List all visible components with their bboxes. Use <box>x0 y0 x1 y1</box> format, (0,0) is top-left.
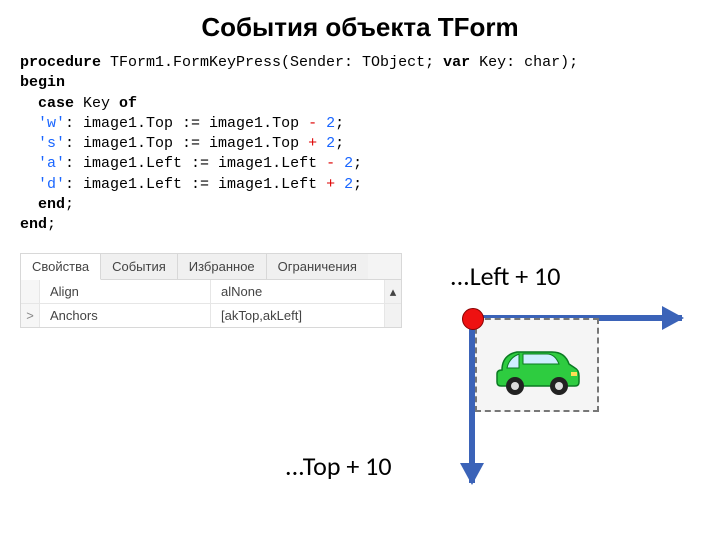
lit-a: 'a' <box>38 155 65 172</box>
semi: ; <box>47 216 56 233</box>
tab-events[interactable]: События <box>101 254 178 279</box>
sp <box>335 176 344 193</box>
object-inspector: Свойства События Избранное Ограничения A… <box>20 253 402 328</box>
grid-row[interactable]: > Anchors [akTop,akLeft] <box>21 303 401 327</box>
expand-gutter[interactable] <box>21 280 40 303</box>
kw-case: case <box>38 95 74 112</box>
prop-name: Anchors <box>40 304 211 327</box>
prop-name: Align <box>40 280 211 303</box>
kw-begin: begin <box>20 74 65 91</box>
kw-end: end <box>38 196 65 213</box>
num-2: 2 <box>344 176 353 193</box>
inspector-tabs: Свойства События Избранное Ограничения <box>21 254 401 280</box>
semi: ; <box>335 115 344 132</box>
case-mid: Key <box>74 95 119 112</box>
op-plus: + <box>326 176 335 193</box>
lit-d: 'd' <box>38 176 65 193</box>
code-block: procedure TForm1.FormKeyPress(Sender: TO… <box>20 53 700 235</box>
tab-properties[interactable]: Свойства <box>21 254 101 280</box>
semi: ; <box>335 135 344 152</box>
op-minus: - <box>308 115 317 132</box>
grid-row[interactable]: Align alNone ▴ <box>21 280 401 303</box>
kw-var: var <box>443 54 470 71</box>
origin-dot-icon <box>462 308 484 330</box>
property-grid: Align alNone ▴ > Anchors [akTop,akLeft] <box>21 280 401 327</box>
label-top-offset: ...Top + 10 <box>285 450 392 482</box>
image-bounding-box <box>475 318 599 412</box>
prop-value[interactable]: alNone <box>211 280 384 303</box>
scroll-track[interactable] <box>384 304 401 327</box>
line-s: : image1.Top := image1.Top <box>65 135 308 152</box>
sp <box>317 135 326 152</box>
lit-s: 's' <box>38 135 65 152</box>
line-w: : image1.Top := image1.Top <box>65 115 308 132</box>
tab-favorites[interactable]: Избранное <box>178 254 267 279</box>
prop-value[interactable]: [akTop,akLeft] <box>211 304 384 327</box>
page-title: События объекта TForm <box>20 12 700 43</box>
scroll-up-icon[interactable]: ▴ <box>384 280 401 303</box>
sp <box>317 115 326 132</box>
car-icon <box>487 330 587 400</box>
label-left-offset: ...Left + 10 <box>450 260 560 292</box>
semi: ; <box>65 196 74 213</box>
line-d: : image1.Left := image1.Left <box>65 176 326 193</box>
sp <box>335 155 344 172</box>
lit-w: 'w' <box>38 115 65 132</box>
kw-procedure: procedure <box>20 54 101 71</box>
expand-gutter[interactable]: > <box>21 304 40 327</box>
op-minus: - <box>326 155 335 172</box>
kw-end: end <box>20 216 47 233</box>
line-a: : image1.Left := image1.Left <box>65 155 326 172</box>
num-2: 2 <box>326 115 335 132</box>
tab-restrictions[interactable]: Ограничения <box>267 254 368 279</box>
kw-of: of <box>119 95 137 112</box>
coordinate-diagram: ...Left + 10 ...Top + 10 <box>420 260 700 490</box>
semi: ; <box>353 155 362 172</box>
num-2: 2 <box>344 155 353 172</box>
params-tail: Key: char); <box>470 54 578 71</box>
semi: ; <box>353 176 362 193</box>
proc-name: TForm1.FormKeyPress(Sender: TObject; <box>101 54 443 71</box>
num-2: 2 <box>326 135 335 152</box>
op-plus: + <box>308 135 317 152</box>
